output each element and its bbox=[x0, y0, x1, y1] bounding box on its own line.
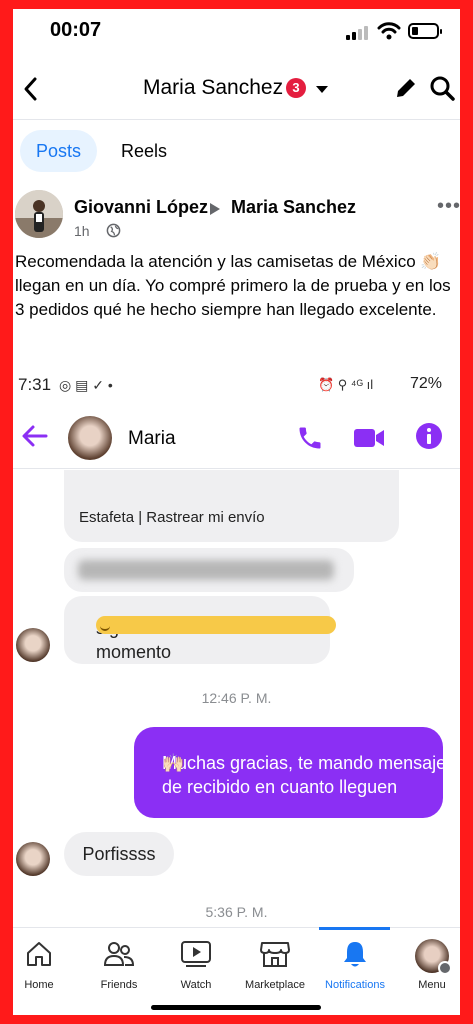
post-time[interactable]: 1h bbox=[74, 223, 90, 239]
search-icon[interactable] bbox=[429, 75, 455, 101]
embedded-status-bar: 7:31 ◎ ▤ ✓ • ⏰ ⚲ ⁴ᴳ ıl 72% bbox=[13, 372, 460, 400]
nav-friends[interactable]: Friends bbox=[91, 937, 147, 1003]
incoming-message: Porfissss bbox=[64, 832, 174, 876]
hands-emoji: 🙌🏻 bbox=[162, 753, 185, 773]
tab-reels[interactable]: Reels bbox=[121, 130, 167, 172]
sender-avatar bbox=[16, 842, 50, 876]
friends-icon bbox=[103, 942, 135, 966]
system-icons: ⏰ ⚲ ⁴ᴳ ıl bbox=[318, 377, 374, 392]
home-icon bbox=[27, 942, 51, 966]
post-author[interactable]: Giovanni López bbox=[74, 197, 208, 218]
nav-notifications[interactable]: Notifications bbox=[316, 937, 394, 1003]
triangle-right-icon bbox=[210, 203, 220, 215]
info-icon bbox=[416, 423, 442, 449]
watch-icon bbox=[181, 941, 211, 967]
more-options-icon[interactable]: ••• bbox=[437, 195, 460, 218]
sender-avatar bbox=[16, 628, 50, 662]
incoming-message: sigo monitoreando en todo momento bbox=[64, 596, 336, 664]
globe-icon bbox=[106, 223, 121, 238]
video-camera-icon bbox=[354, 429, 384, 447]
nav-menu[interactable]: Menu bbox=[407, 937, 457, 1003]
page-header: Maria Sanchez 3 bbox=[13, 67, 460, 111]
contact-name: Maria bbox=[128, 428, 176, 449]
message-timestamp: 12:46 P. M. bbox=[201, 690, 272, 706]
post-target[interactable]: Maria Sanchez bbox=[231, 197, 356, 218]
link-preview-title: Estafeta | Rastrear mi envío bbox=[79, 509, 265, 526]
phone-icon bbox=[299, 427, 321, 449]
embedded-battery: 72% bbox=[410, 375, 443, 392]
smiley-emoji bbox=[96, 616, 336, 634]
embedded-time: 7:31 bbox=[18, 375, 52, 394]
link-preview-card bbox=[64, 470, 399, 542]
chat-header: Maria bbox=[13, 408, 460, 468]
nav-watch[interactable]: Watch bbox=[170, 937, 222, 1003]
post-image-screenshot[interactable]: 7:31 ◎ ▤ ✓ • ⏰ ⚲ ⁴ᴳ ıl 72% Maria Estafet… bbox=[13, 364, 460, 944]
back-arrow-icon[interactable] bbox=[21, 75, 41, 103]
status-icons: ◎ ▤ ✓ • bbox=[59, 377, 113, 393]
outgoing-message: Muchas gracias, te mando mensaje de reci… bbox=[134, 727, 446, 818]
status-bar: 00:07 bbox=[13, 9, 460, 55]
chat-header-divider bbox=[13, 468, 460, 469]
blurred-message bbox=[64, 548, 354, 592]
pencil-icon[interactable] bbox=[393, 75, 419, 101]
status-time: 00:07 bbox=[50, 19, 102, 41]
phone-screen: 00:07 Maria Sanchez 3 Posts Reels Giovan… bbox=[13, 9, 460, 1015]
bottom-nav-divider bbox=[13, 927, 460, 928]
bell-icon bbox=[344, 942, 366, 967]
page-title[interactable]: Maria Sanchez bbox=[143, 76, 283, 100]
tab-posts[interactable]: Posts bbox=[20, 130, 97, 172]
home-indicator[interactable] bbox=[151, 1005, 321, 1010]
author-avatar[interactable] bbox=[15, 190, 63, 238]
chevron-down-icon[interactable] bbox=[316, 86, 328, 93]
notification-badge: 3 bbox=[286, 78, 306, 98]
wifi-icon bbox=[377, 22, 401, 40]
header-divider bbox=[13, 119, 460, 120]
battery-icon bbox=[408, 23, 442, 39]
signal-icon bbox=[346, 26, 370, 40]
menu-avatar bbox=[415, 939, 452, 975]
active-tab-indicator bbox=[319, 927, 390, 930]
message-timestamp: 5:36 P. M. bbox=[205, 904, 268, 920]
nav-home[interactable]: Home bbox=[13, 937, 65, 1003]
back-arrow-icon bbox=[22, 425, 48, 447]
marketplace-icon bbox=[260, 942, 290, 967]
nav-marketplace[interactable]: Marketplace bbox=[239, 937, 311, 1003]
clapping-emoji: 👏🏻 bbox=[420, 252, 442, 271]
contact-avatar bbox=[68, 416, 112, 460]
post-text: Recomendada la atención y las camisetas … bbox=[15, 252, 451, 319]
